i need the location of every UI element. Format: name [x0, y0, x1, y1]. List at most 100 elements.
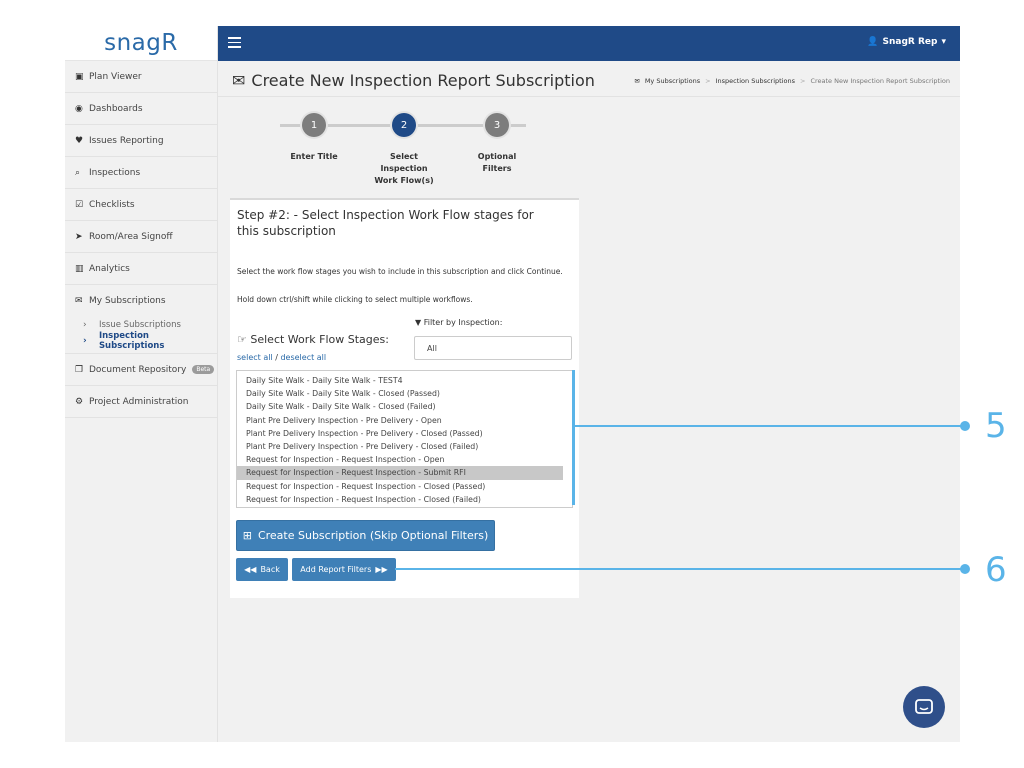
page-title: ✉ Create New Inspection Report Subscript…	[232, 71, 595, 90]
workflow-option[interactable]: Request for Inspection - Request Inspect…	[237, 480, 572, 493]
wizard-step-label: Optional Filters	[477, 152, 517, 173]
workflow-stages-listbox[interactable]: Daily Site Walk - Daily Site Walk - TEST…	[236, 370, 573, 508]
page-header: ✉ Create New Inspection Report Subscript…	[218, 61, 960, 97]
sidebar-item-dashboards[interactable]: ◉ Dashboards	[65, 93, 217, 125]
callout-dot-5	[960, 421, 970, 431]
callout-dot-6	[960, 564, 970, 574]
filter-label-text: Filter by Inspection:	[423, 318, 503, 327]
sidebar-item-document-repository[interactable]: ❐ Document Repository Beta	[65, 354, 217, 386]
breadcrumb-separator: >	[800, 77, 806, 85]
filter-icon: ▼	[415, 318, 422, 327]
callout-line-5	[575, 425, 965, 427]
card-title: Step #2: - Select Inspection Work Flow s…	[237, 208, 534, 238]
workflow-option[interactable]: Plant Pre Delivery Inspection - Pre Deli…	[237, 440, 572, 453]
breadcrumb-separator: >	[705, 77, 711, 85]
back-button-label: Back	[260, 565, 280, 574]
chevron-right-icon: ›	[83, 320, 87, 330]
wizard-step-3: 3	[485, 113, 509, 137]
envelope-icon: ✉	[232, 71, 246, 90]
location-arrow-icon: ➤	[75, 231, 83, 242]
chevron-right-icon: ›	[83, 336, 87, 346]
hand-pointer-icon: ☞	[237, 333, 247, 346]
beta-badge: Beta	[192, 365, 215, 374]
back-button[interactable]: ◀◀ Back	[236, 558, 288, 581]
create-button-label: Create Subscription (Skip Optional Filte…	[257, 529, 489, 542]
sidebar-item-label: Room/Area Signoff	[89, 231, 173, 242]
select-links: select all / deselect all	[237, 353, 327, 362]
callout-number-5: 5	[985, 406, 1007, 446]
workflow-option[interactable]: Plant Pre Delivery Inspection - Pre Deli…	[237, 414, 572, 427]
step-number: 3	[493, 119, 501, 131]
sidebar-item-label: Project Administration	[89, 396, 189, 407]
top-navbar: 👤 SnagR Rep ▾	[218, 26, 960, 61]
cogs-icon: ⚙	[75, 396, 84, 407]
create-subscription-button[interactable]: ⊞ Create Subscription (Skip Optional Fil…	[236, 520, 495, 551]
sidebar-item-project-administration[interactable]: ⚙ Project Administration	[65, 386, 217, 418]
breadcrumb-current: Create New Inspection Report Subscriptio…	[810, 77, 950, 85]
breadcrumb-inspection-subscriptions[interactable]: Inspection Subscriptions	[716, 77, 795, 85]
workflow-option[interactable]: Daily Site Walk - Daily Site Walk - TEST…	[237, 374, 572, 387]
sidebar-item-my-subscriptions[interactable]: ✉ My Subscriptions	[65, 285, 217, 317]
breadcrumb-my-subscriptions[interactable]: My Subscriptions	[645, 77, 700, 85]
bar-chart-icon: ▥	[75, 263, 84, 274]
hamburger-menu-icon[interactable]	[228, 37, 241, 48]
workflow-option[interactable]: Daily Site Walk - Daily Site Walk - Clos…	[237, 400, 572, 413]
instruction-text: Select the work flow stages you wish to …	[237, 267, 563, 276]
user-menu-dropdown[interactable]: 👤 SnagR Rep ▾	[867, 37, 946, 47]
callout-line-6	[395, 568, 965, 570]
sidebar-item-label: Plan Viewer	[89, 71, 142, 82]
instruction-text: Hold down ctrl/shift while clicking to s…	[237, 295, 473, 304]
sidebar-subitem-inspection-subscriptions[interactable]: › Inspection Subscriptions	[65, 331, 217, 351]
sidebar-item-room-area-signoff[interactable]: ➤ Room/Area Signoff	[65, 221, 217, 253]
sidebar-subitem-label: Issue Subscriptions	[99, 320, 181, 330]
workflow-option[interactable]: Request for Inspection - Request Inspect…	[237, 493, 572, 506]
filter-by-inspection-label: ▼ Filter by Inspection:	[415, 318, 502, 327]
map-marker-icon: ♥	[75, 135, 84, 146]
deselect-all-link[interactable]: deselect all	[280, 353, 326, 362]
checkbox-icon: ☑	[75, 199, 84, 210]
user-name: SnagR Rep	[882, 37, 938, 47]
workflow-option[interactable]: Request for Inspection - Request Inspect…	[237, 453, 572, 466]
envelope-icon: ✉	[634, 77, 640, 85]
workflow-option-selected[interactable]: Request for Inspection - Request Inspect…	[237, 466, 563, 480]
callout-bracket	[572, 370, 575, 505]
search-icon: ⌕	[75, 167, 81, 178]
image-icon: ▣	[75, 71, 84, 82]
stages-label-text: Select Work Flow Stages:	[250, 333, 389, 346]
wizard-step-label: Select Inspection Work Flow(s)	[374, 152, 434, 185]
dashboard-icon: ◉	[75, 103, 83, 114]
logo-text: snagR	[104, 30, 178, 56]
envelope-icon: ✉	[75, 296, 83, 306]
filter-by-inspection-select[interactable]: All	[414, 336, 572, 360]
sidebar-item-inspections[interactable]: ⌕ Inspections	[65, 157, 217, 189]
page-title-text: Create New Inspection Report Subscriptio…	[251, 71, 595, 90]
sidebar-item-label: Checklists	[89, 199, 135, 210]
sidebar-item-plan-viewer[interactable]: ▣ Plan Viewer	[65, 61, 217, 93]
sidebar: snagR ▣ Plan Viewer ◉ Dashboards ♥ Issues R…	[65, 26, 218, 742]
app-window: snagR ▣ Plan Viewer ◉ Dashboards ♥ Issues R…	[65, 26, 960, 742]
filters-button-label: Add Report Filters	[300, 565, 372, 574]
add-report-filters-button[interactable]: Add Report Filters ▶▶	[292, 558, 396, 581]
sidebar-item-issues-reporting[interactable]: ♥ Issues Reporting	[65, 125, 217, 157]
wizard-step-2: 2	[392, 113, 416, 137]
wizard-step-label: Enter Title	[290, 152, 338, 161]
sidebar-item-label: Inspections	[89, 167, 141, 178]
caret-down-icon: ▾	[941, 37, 946, 47]
user-icon: 👤	[867, 37, 879, 47]
snagr-logo[interactable]: snagR	[65, 26, 217, 61]
sidebar-item-checklists[interactable]: ☑ Checklists	[65, 189, 217, 221]
wizard-steps: 1 2 3 Enter Title Select Inspection Work…	[280, 113, 580, 203]
step-number: 1	[310, 119, 318, 131]
workflow-option[interactable]: Daily Site Walk - Daily Site Walk - Clos…	[237, 387, 572, 400]
sidebar-item-analytics[interactable]: ▥ Analytics	[65, 253, 217, 285]
sidebar-item-label: Dashboards	[89, 103, 143, 114]
chat-launcher-button[interactable]	[903, 686, 945, 728]
callout-number-6: 6	[985, 550, 1007, 590]
backward-icon: ◀◀	[244, 565, 257, 574]
select-all-link[interactable]: select all	[237, 353, 273, 362]
sidebar-subitem-label: Inspection Subscriptions	[98, 331, 165, 351]
step-number: 2	[400, 119, 408, 131]
workflow-option[interactable]: Plant Pre Delivery Inspection - Pre Deli…	[237, 427, 572, 440]
sidebar-item-label: My Subscriptions	[89, 296, 166, 306]
wizard-step-1: 1	[302, 113, 326, 137]
